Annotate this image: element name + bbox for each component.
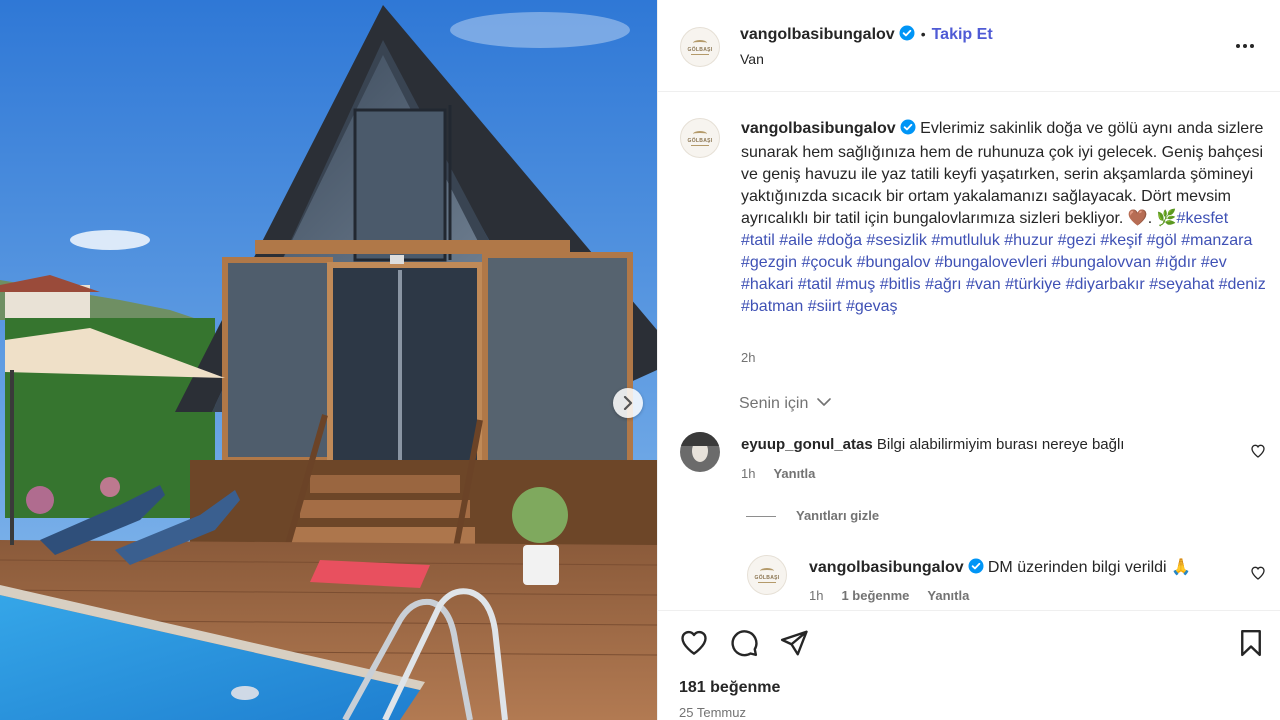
follow-button[interactable]: Takip Et [932,26,993,43]
logo-mark [693,39,707,46]
post-date[interactable]: 25 Temmuz [679,705,746,720]
reply-text: DM üzerinden bilgi verildi 🙏 [987,559,1191,576]
post-photo[interactable] [0,0,657,720]
comment-time[interactable]: 1h [741,466,755,481]
post-actions-bar: 181 beğenme 25 Temmuz [658,610,1280,720]
comment-reply-button[interactable]: Yanıtla [773,466,815,481]
logo-underline [758,581,776,583]
comment-item: eyuup_gonul_atas Bilgi alabilirmiyim bur… [741,436,1124,453]
reply-username[interactable]: vangolbasibungalov [809,559,964,576]
logo-text: GÖLBAŞI [687,137,713,144]
comment-text: Bilgi alabilirmiyim burası nereye bağlı [876,436,1125,453]
post-side-panel: GÖLBAŞI vangolbasibungalov • Takip Et Van … [657,0,1280,720]
post-header: GÖLBAŞI vangolbasibungalov • Takip Et Van [658,0,1280,92]
comments-filter-label: Senin için [739,395,809,412]
logo-underline [691,53,709,55]
chevron-right-icon [623,396,633,410]
reply-time[interactable]: 1h [809,588,823,603]
commenter-avatar[interactable] [680,432,720,472]
caption-time[interactable]: 2h [741,350,755,365]
hide-replies-button[interactable]: Yanıtları gizle [746,508,879,523]
post-caption: vangolbasibungalov Evlerimiz sakinlik do… [741,118,1266,318]
comment-meta: 1h Yanıtla [741,466,815,481]
comment-icon[interactable] [729,628,759,658]
verified-icon [968,558,984,578]
logo-mark [760,567,774,574]
hide-replies-label: Yanıtları gizle [796,508,880,523]
share-icon[interactable] [779,628,809,658]
logo-text: GÖLBAŞI [687,46,713,53]
author-avatar[interactable]: GÖLBAŞI [680,27,720,67]
comment-username[interactable]: eyuup_gonul_atas [741,436,873,453]
logo-text: GÖLBAŞI [754,574,780,581]
bungalow-photo-illustration [0,0,657,720]
next-photo-button[interactable] [613,388,643,418]
more-options-icon [1236,44,1254,48]
post-location[interactable]: Van [740,51,764,67]
comment-like-heart-icon[interactable] [1250,443,1266,459]
reply-meta: 1h 1 beğenme Yanıtla [809,588,969,603]
replies-divider-line [746,516,776,518]
avatar-hair [680,432,720,446]
comments-filter-dropdown[interactable]: Senin için [739,395,831,413]
chevron-down-icon [817,398,831,406]
caption-avatar[interactable]: GÖLBAŞI [680,118,720,158]
header-username-row: vangolbasibungalov • Takip Et [740,25,993,46]
verified-icon [899,25,915,46]
save-icon[interactable] [1236,628,1266,658]
logo-underline [691,144,709,146]
logo-mark [693,130,707,137]
caption-username[interactable]: vangolbasibungalov [741,120,896,137]
reply-likes[interactable]: 1 beğenme [841,588,909,603]
heart-icon[interactable] [679,628,709,658]
likes-count[interactable]: 181 beğenme [679,679,780,697]
more-options-button[interactable] [1233,34,1257,58]
verified-icon [900,119,916,142]
separator-dot: • [920,26,926,42]
reply-reply-button[interactable]: Yanıtla [927,588,969,603]
reply-avatar[interactable]: GÖLBAŞI [747,555,787,595]
author-username[interactable]: vangolbasibungalov [740,26,895,43]
reply-like-heart-icon[interactable] [1250,565,1266,581]
reply-item: vangolbasibungalov DM üzerinden bilgi ve… [809,557,1191,578]
